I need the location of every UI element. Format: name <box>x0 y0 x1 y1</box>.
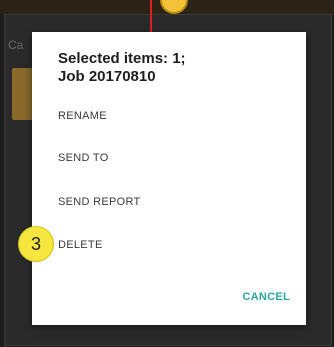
background-label: Ca <box>8 38 24 52</box>
cancel-button[interactable]: CANCEL <box>242 291 290 303</box>
menu-item-rename[interactable]: RENAME <box>58 110 107 122</box>
screen: Ca Selected items: 1; Job 20170810 RENAM… <box>0 0 334 347</box>
menu-item-delete[interactable]: DELETE <box>58 239 103 251</box>
background-tile <box>12 68 34 120</box>
dialog-title-selected-items: Selected items: 1; <box>58 50 186 67</box>
step-number-badge: 3 <box>18 226 54 262</box>
dialog-title-job-name: Job 20170810 <box>58 68 156 85</box>
context-menu-dialog: Selected items: 1; Job 20170810 RENAME S… <box>32 32 306 325</box>
menu-item-send-to[interactable]: SEND TO <box>58 152 109 164</box>
menu-item-send-report[interactable]: SEND REPORT <box>58 196 141 208</box>
dialog-title: Selected items: 1; Job 20170810 <box>58 50 288 86</box>
